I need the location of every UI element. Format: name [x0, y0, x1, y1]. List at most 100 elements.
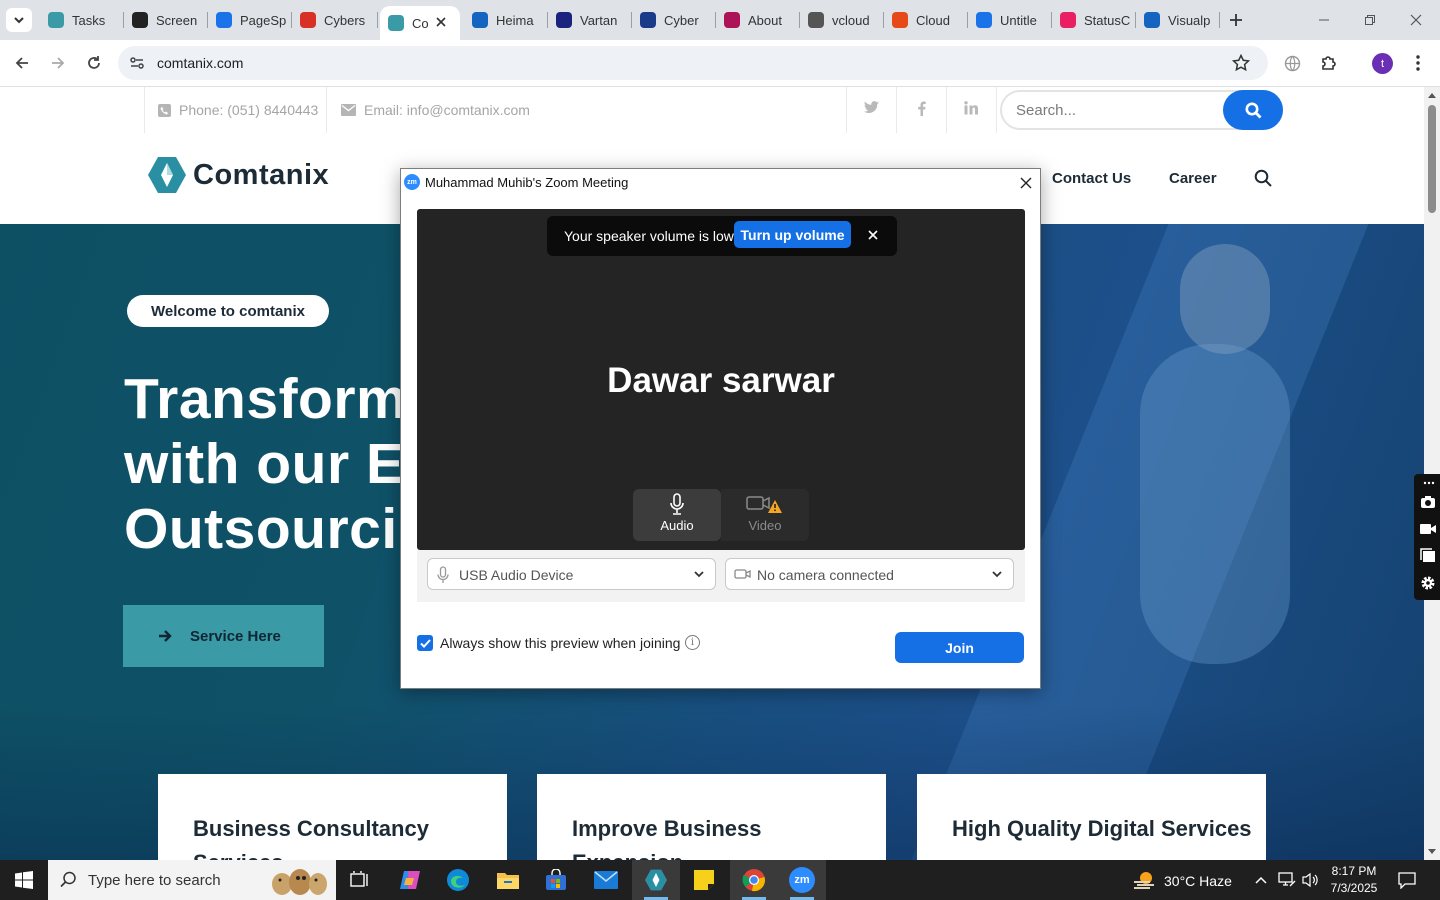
browser-tab[interactable]: Untitle: [968, 0, 1052, 40]
extensions-button[interactable]: [1317, 51, 1341, 75]
site-logo-text[interactable]: Comtanix: [193, 159, 329, 192]
tab-title: Cybers: [324, 12, 366, 28]
browser-tab[interactable]: Tasks: [40, 0, 124, 40]
back-button[interactable]: [10, 51, 34, 75]
window-capture-icon[interactable]: [1420, 548, 1436, 564]
reload-button[interactable]: [82, 51, 106, 75]
video-button[interactable]: Video: [721, 489, 809, 541]
taskbar-comtanix-app[interactable]: [632, 860, 680, 900]
profile-avatar[interactable]: t: [1372, 53, 1393, 74]
service-card[interactable]: Business Consultancy Services: [158, 774, 507, 860]
browser-tab[interactable]: Cyber: [632, 0, 716, 40]
translate-button[interactable]: [1280, 51, 1304, 75]
notification-icon[interactable]: [1398, 871, 1416, 889]
haze-weather-icon: [1134, 872, 1154, 889]
twitter-link[interactable]: [861, 101, 881, 121]
site-search-box[interactable]: Search...: [1000, 90, 1283, 130]
tab-search-button[interactable]: [6, 8, 32, 32]
camera-select[interactable]: No camera connected: [725, 558, 1014, 590]
participant-name: Dawar sarwar: [607, 361, 835, 400]
chevron-up-icon[interactable]: [1254, 874, 1268, 886]
facebook-link[interactable]: [911, 101, 931, 121]
reload-icon: [88, 56, 100, 69]
network-icon[interactable]: [1278, 872, 1296, 888]
site-settings-icon[interactable]: [129, 55, 145, 71]
volume-icon[interactable]: [1302, 872, 1318, 888]
browser-tab[interactable]: Screen: [124, 0, 208, 40]
start-button[interactable]: [0, 860, 48, 900]
always-show-preview-label[interactable]: Always show this preview when joining: [440, 635, 680, 651]
address-bar[interactable]: comtanix.com: [118, 46, 1268, 80]
zoom-close-button[interactable]: [1016, 173, 1036, 193]
browser-tab[interactable]: Vartan: [548, 0, 632, 40]
always-show-preview-checkbox[interactable]: [417, 635, 433, 651]
divider: [144, 87, 145, 133]
browser-tab[interactable]: PageSp: [208, 0, 292, 40]
tab-title: Cloud: [916, 12, 950, 28]
close-window-button[interactable]: [1404, 8, 1428, 32]
taskbar-sticky-notes[interactable]: [680, 860, 728, 900]
email-info: Email: info@comtanix.com: [341, 102, 530, 118]
service-card[interactable]: High Quality Digital Services: [917, 774, 1266, 860]
tab-close-button[interactable]: [436, 15, 446, 30]
tab-title: Tasks: [72, 12, 106, 28]
browser-menu-button[interactable]: [1406, 51, 1430, 75]
toast-close-button[interactable]: [865, 228, 881, 244]
tab-active[interactable]: Co: [380, 6, 460, 40]
hero-heading-line-3: Outsourcin: [124, 497, 434, 561]
tab-favicon-icon: [1060, 12, 1076, 28]
site-search-input[interactable]: Search...: [1016, 102, 1076, 119]
join-button[interactable]: Join: [895, 632, 1024, 663]
audio-button[interactable]: Audio: [633, 489, 721, 541]
taskbar-mail[interactable]: [582, 860, 630, 900]
microphone-device-value: USB Audio Device: [459, 567, 574, 583]
browser-tab[interactable]: Cloud: [884, 0, 968, 40]
card-title: High Quality Digital Services: [952, 816, 1252, 841]
browser-tab[interactable]: vcloud: [800, 0, 884, 40]
bookmark-star-icon[interactable]: [1232, 54, 1250, 72]
clock-time: 8:17 PM: [1331, 864, 1377, 878]
video-camera-icon[interactable]: [1420, 521, 1436, 537]
info-icon[interactable]: i: [685, 635, 700, 650]
scroll-up-arrow[interactable]: [1428, 93, 1436, 98]
gear-icon[interactable]: [1420, 575, 1436, 591]
tab-favicon-icon: [556, 12, 572, 28]
taskbar-search[interactable]: Type here to search: [48, 860, 336, 900]
comtanix-logo-icon[interactable]: [148, 157, 186, 193]
more-horizontal-icon[interactable]: [1420, 478, 1436, 488]
chevron-down-icon: [992, 571, 1002, 578]
taskbar-copilot[interactable]: [386, 860, 434, 900]
task-view-button[interactable]: [336, 860, 384, 900]
nav-contact-us[interactable]: Contact Us: [1052, 170, 1131, 187]
service-here-button[interactable]: Service Here: [123, 605, 324, 667]
taskbar-file-explorer[interactable]: [484, 860, 532, 900]
scroll-down-arrow[interactable]: [1428, 849, 1436, 854]
taskbar-edge[interactable]: [434, 860, 482, 900]
browser-tab[interactable]: About: [716, 0, 800, 40]
system-clock[interactable]: 8:17 PM 7/3/2025: [1318, 863, 1390, 897]
browser-tab[interactable]: Cybers: [292, 0, 378, 40]
minimize-button[interactable]: [1312, 8, 1336, 32]
browser-tab[interactable]: Visualp: [1136, 0, 1220, 40]
browser-tab[interactable]: StatusC: [1052, 0, 1136, 40]
tab-divider: [377, 12, 378, 28]
tab-title: About: [748, 12, 782, 28]
search-icon[interactable]: [1254, 169, 1272, 187]
scrollbar-thumb[interactable]: [1428, 105, 1436, 213]
tab-favicon-icon: [300, 12, 316, 28]
camera-icon[interactable]: [1420, 494, 1436, 510]
service-card[interactable]: Improve Business Expansion: [537, 774, 886, 860]
restore-button[interactable]: [1358, 8, 1382, 32]
nav-career[interactable]: Career: [1169, 170, 1217, 187]
taskbar-store[interactable]: [532, 860, 580, 900]
weather-widget[interactable]: 30°C Haze: [1132, 871, 1232, 891]
turn-up-volume-button[interactable]: Turn up volume: [734, 221, 851, 248]
new-tab-button[interactable]: [1224, 8, 1248, 32]
site-search-button[interactable]: [1223, 90, 1283, 130]
taskbar-zoom[interactable]: zm: [778, 860, 826, 900]
browser-tab[interactable]: Heima: [464, 0, 548, 40]
linkedin-link[interactable]: [961, 101, 981, 121]
taskbar-chrome[interactable]: [730, 860, 778, 900]
forward-button[interactable]: [46, 51, 70, 75]
microphone-select[interactable]: USB Audio Device: [427, 558, 716, 590]
